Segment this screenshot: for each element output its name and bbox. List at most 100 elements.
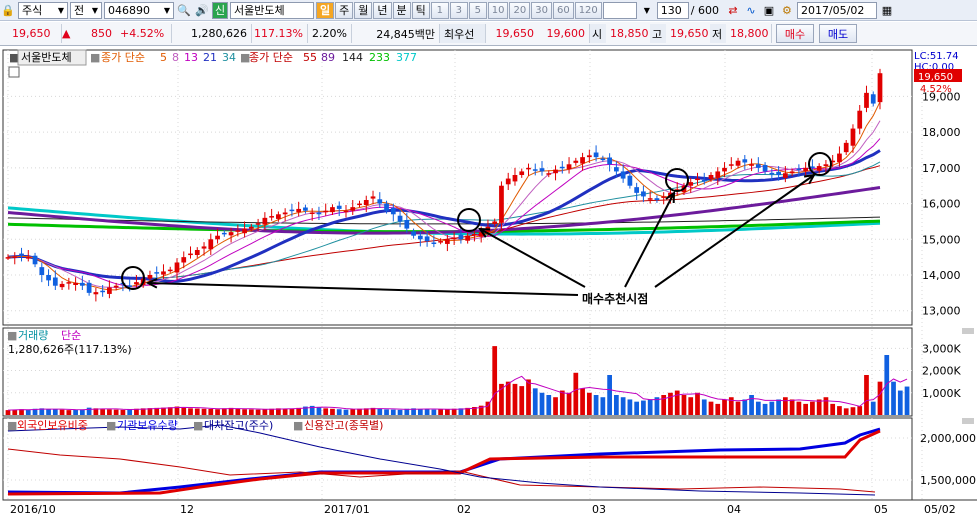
date-input[interactable]: 2017/05/02 [796, 1, 877, 19]
code-input[interactable]: 046890 ▼ [104, 1, 174, 19]
buy-button[interactable]: 매수 [776, 24, 814, 43]
open-label: 시 [590, 24, 606, 43]
volume-readout: 1,280,626주(117.13%) [8, 343, 132, 356]
volume-bar [884, 355, 890, 415]
candle [573, 160, 579, 163]
candle [512, 175, 518, 182]
candle [343, 210, 349, 213]
candle [194, 250, 200, 255]
volume-bar [708, 401, 714, 415]
minute-1-button[interactable]: 1 [430, 1, 449, 19]
candle [728, 164, 734, 166]
period-minute-button[interactable]: 분 [392, 1, 411, 19]
candle [877, 73, 883, 103]
market-select[interactable]: 주식 ▼ [18, 1, 68, 19]
volume-bar [782, 397, 788, 415]
legend-loan-balance: 대차잔고(주수) [204, 419, 273, 432]
candle [255, 223, 261, 225]
volume-bar [107, 409, 112, 415]
toolbar: 🔒 주식 ▼ 전 ▼ 046890 ▼ 🔍 🔊 신 서울반도체 일 주 월 년 분 틱… [0, 0, 977, 21]
volume-bar [891, 381, 896, 415]
volume-bar [810, 401, 815, 415]
volume-bar [762, 403, 768, 415]
volume-bar [492, 346, 498, 415]
candle [161, 271, 166, 275]
candle [201, 246, 207, 249]
change-percent: +4.52% [116, 24, 172, 43]
volume-bar [323, 408, 329, 415]
speaker-icon[interactable]: 🔊 [194, 2, 210, 18]
stock-chart[interactable]: 19,00018,00017,00016,00015,00014,00013,0… [0, 47, 977, 518]
minute-60-button[interactable]: 60 [552, 1, 574, 19]
calendar-icon[interactable]: ▦ [879, 2, 895, 18]
volume-bar [769, 401, 775, 415]
candle [559, 166, 565, 169]
candle [843, 142, 849, 153]
candle [370, 196, 376, 199]
save-icon[interactable]: ▣ [761, 2, 777, 18]
period-month-button[interactable]: 월 [354, 1, 373, 19]
volume-bar [445, 409, 450, 415]
legend-institution-qty: 기관보유수량 [117, 419, 178, 432]
volume-bar [816, 399, 822, 415]
volume-bar [789, 399, 795, 415]
minute-5-button[interactable]: 5 [468, 1, 487, 19]
low-price: 18,800 [726, 24, 772, 43]
minute-3-button[interactable]: 3 [449, 1, 468, 19]
period-week-button[interactable]: 주 [335, 1, 354, 19]
volume-bar [695, 392, 700, 415]
volume-value: 1,280,626 [172, 24, 252, 43]
volume-bar [235, 408, 241, 415]
search-icon[interactable]: 🔍 [176, 2, 192, 18]
legend-foreign-ratio: 외국인보유비중 [17, 419, 88, 432]
high-price: 19,650 [670, 27, 709, 40]
sector-tag: 신 [212, 1, 228, 19]
chart-tool-icon[interactable]: ⇄ [725, 2, 741, 18]
minute-10-button[interactable]: 10 [487, 1, 509, 19]
candle [864, 92, 869, 108]
candle [350, 207, 356, 211]
chart-compare-icon[interactable]: ∿ [743, 2, 759, 18]
sell-button[interactable]: 매도 [819, 24, 857, 43]
quote-bar: 19,650 ▲ 850 +4.52% 1,280,626 117.13% 2.… [0, 22, 977, 46]
volume-bar [127, 409, 133, 415]
count-input[interactable]: 130 [656, 1, 689, 19]
volume-bar [438, 409, 443, 415]
volume-bar [161, 407, 166, 415]
minute-custom-input[interactable] [602, 1, 637, 19]
volume-bar [86, 407, 92, 415]
chevron-down-icon[interactable]: ▼ [639, 2, 655, 18]
candle [188, 253, 193, 256]
candle [167, 269, 173, 272]
volume-bar [59, 409, 65, 415]
minute-30-button[interactable]: 30 [531, 1, 552, 19]
lock-icon[interactable]: 🔒 [0, 2, 16, 18]
period-tick-button[interactable]: 틱 [411, 1, 430, 19]
minute-120-button[interactable]: 120 [574, 1, 602, 19]
volume-ratio: 117.13% [252, 24, 308, 43]
stock-name-field[interactable]: 서울반도체 [230, 1, 314, 19]
minute-20-button[interactable]: 20 [509, 1, 531, 19]
candle [627, 175, 633, 186]
legend-ma-233: 233 [369, 51, 390, 64]
candle [52, 277, 58, 286]
legend-menu-icon: ■ [293, 419, 303, 432]
volume-bar [843, 408, 849, 415]
legend-ma-377: 377 [396, 51, 417, 64]
candle [228, 232, 234, 236]
period-year-button[interactable]: 년 [373, 1, 392, 19]
indicator-axis-label: 1,500,000 [920, 474, 976, 487]
volume-bar [573, 372, 579, 415]
legend-long-ma-label: 종가 단순 [249, 51, 293, 64]
period-day-button[interactable]: 일 [316, 1, 335, 19]
volume-bar [607, 375, 612, 415]
candle [438, 241, 443, 243]
volume-bar [255, 409, 261, 415]
volume-bar [390, 409, 396, 415]
volume-bar [620, 397, 626, 415]
candle [465, 235, 471, 241]
settings-icon[interactable]: ⚙ [779, 2, 795, 18]
price-type-select[interactable]: 전 ▼ [70, 1, 102, 19]
volume-bar [194, 408, 200, 415]
volume-bar [431, 409, 437, 415]
